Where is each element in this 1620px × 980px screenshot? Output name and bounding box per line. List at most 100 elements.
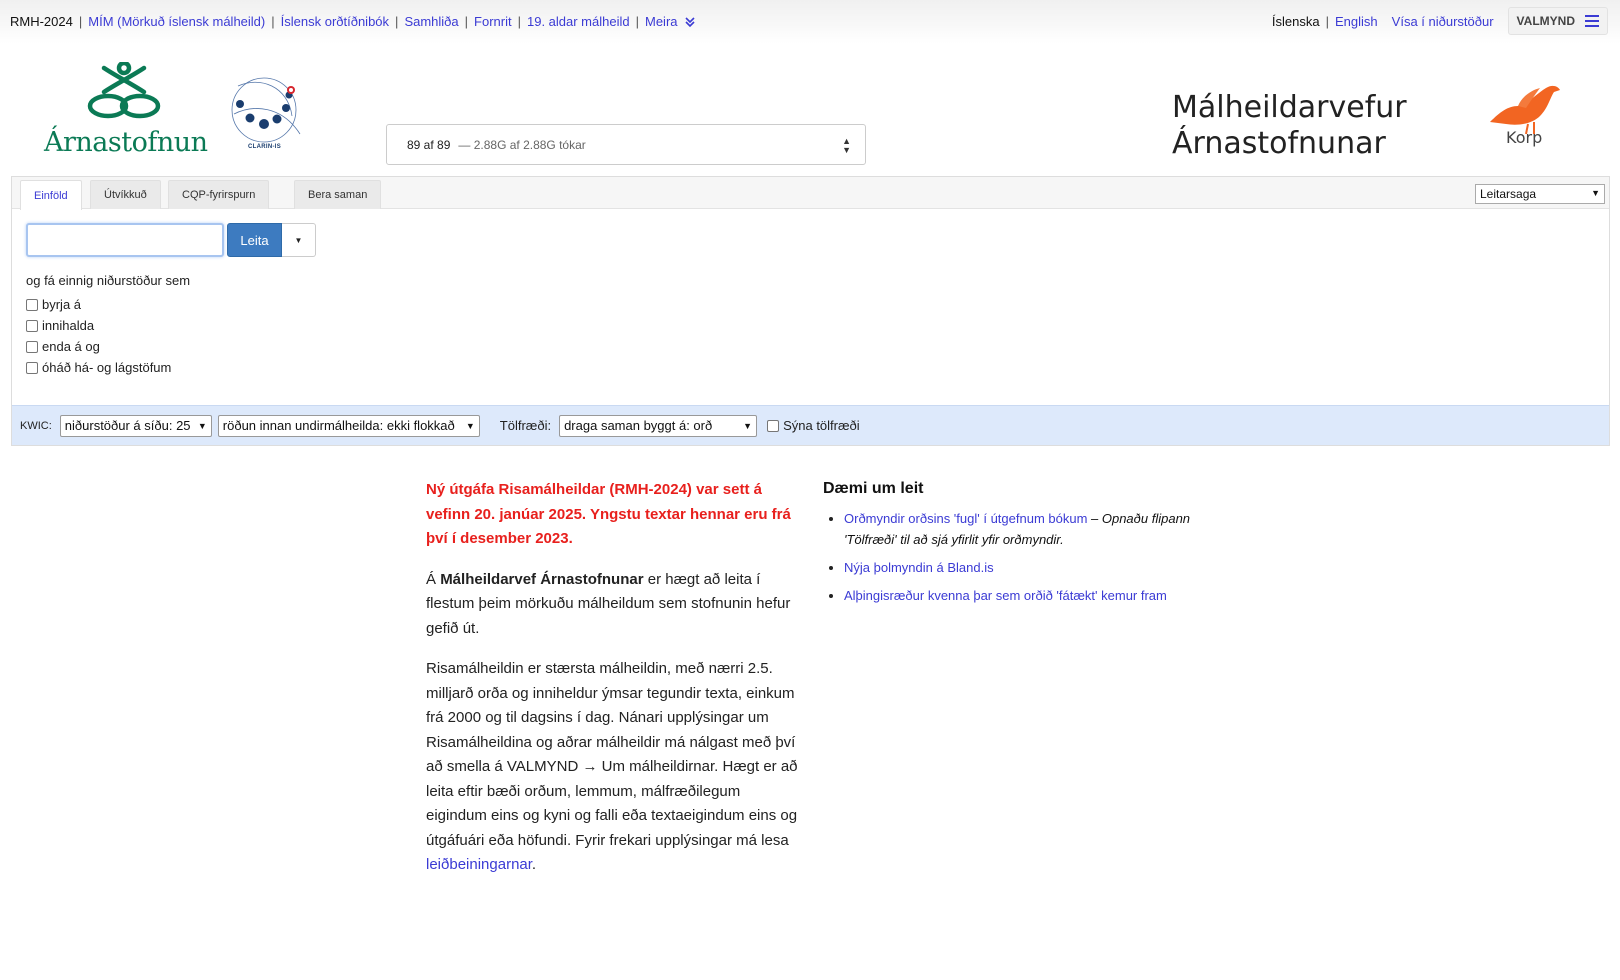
arnastofnun-emblem-icon — [87, 60, 161, 119]
option-prefix[interactable]: byrja á — [26, 294, 190, 315]
nav-mim[interactable]: MÍM (Mörkuð íslensk málheild) — [88, 14, 265, 29]
example-link-1[interactable]: Orðmyndir orðsins 'fugl' í útgefnum bóku… — [844, 511, 1087, 526]
tab-extended[interactable]: Útvíkkuð — [90, 180, 161, 209]
intro-paragraph-1: Á Málheildarvef Árnastofnunar er hægt að… — [426, 568, 802, 642]
nav-separator: | — [517, 14, 521, 29]
intro-paragraph-2: Risamálheildin er stærsta málheildin, me… — [426, 657, 802, 878]
intro-p1-bold: Málheildarvef Árnastofnunar — [440, 570, 644, 588]
chevron-down-icon: ▼ — [1591, 188, 1600, 198]
results-per-page-value: niðurstöður á síðu: 25 — [64, 418, 191, 433]
sort-within-select[interactable]: röðun innan undirmálheilda: ekki flokkað… — [217, 414, 480, 437]
search-examples: Dæmi um leit Orðmyndir orðsins 'fugl' í … — [823, 480, 1203, 613]
option-case-insensitive-label: óháð há- og lágstöfum — [42, 360, 172, 375]
site-title-line2: Árnastofnunar — [1172, 126, 1386, 161]
stats-reduce-value: draga saman byggt á: orð — [564, 418, 713, 433]
nav-19-aldar[interactable]: 19. aldar málheild — [527, 14, 630, 29]
arnastofnun-name: Árnastofnun — [44, 127, 208, 158]
examples-title: Dæmi um leit — [823, 480, 924, 497]
arnastofnun-logo[interactable]: Árnastofnun — [44, 60, 208, 158]
list-item: Nýja þolmyndin á Bland.is — [844, 557, 1203, 578]
tab-compare[interactable]: Bera saman — [294, 180, 382, 209]
raven-icon — [1490, 85, 1560, 135]
tab-simple[interactable]: Einföld — [20, 180, 82, 210]
top-right-controls: Íslenska | English Vísa í niðurstöður VA… — [1272, 7, 1608, 35]
option-suffix-label: enda á og — [42, 339, 100, 354]
double-chevron-down-icon — [684, 16, 695, 27]
kwic-options-bar: KWIC: niðurstöður á síðu: 25 ▼ röðun inn… — [12, 405, 1609, 445]
options-lead: og fá einnig niðurstöður sem — [26, 273, 191, 288]
option-prefix-label: byrja á — [42, 297, 82, 312]
korp-label: Korp — [1506, 128, 1543, 147]
example-link-2[interactable]: Nýja þolmyndin á Bland.is — [844, 560, 994, 575]
menu-button[interactable]: VALMYND — [1507, 7, 1608, 35]
clarin-label: CLARIN-IS — [248, 144, 282, 150]
search-input[interactable] — [26, 223, 224, 257]
caret-down-icon: ▼ — [294, 235, 303, 245]
nav-ordtidnibok[interactable]: Íslensk orðtíðnibók — [281, 14, 389, 29]
option-contains-label: innihalda — [42, 318, 95, 333]
checkbox-suffix[interactable] — [26, 340, 38, 353]
caret-down-icon: ▼ — [743, 420, 753, 431]
nav-more-label: Meira — [645, 14, 678, 29]
clarin-logo[interactable]: CLARIN-IS — [230, 66, 314, 161]
clarin-network-icon — [231, 77, 301, 143]
nav-separator: | — [464, 14, 469, 29]
nav-separator: | — [1325, 13, 1330, 29]
nav-samhlida[interactable]: Samhliða — [404, 14, 458, 29]
search-options: og fá einnig niðurstöður sem byrja á inn… — [26, 273, 190, 378]
nav-separator: | — [78, 14, 83, 29]
intro-p1-pre: Á — [426, 570, 441, 588]
nav-fornrit[interactable]: Fornrit — [474, 14, 512, 29]
option-contains[interactable]: innihalda — [26, 315, 190, 336]
results-per-page-select[interactable]: niðurstöður á síðu: 25 ▼ — [59, 414, 212, 437]
nav-separator: | — [635, 14, 639, 29]
korp-logo[interactable]: Korp — [1488, 84, 1562, 147]
search-tabs: Einföld Útvíkkuð CQP-fyrirspurn Bera sam… — [12, 177, 1609, 210]
show-results-link[interactable]: Vísa í niðurstöður — [1392, 14, 1494, 29]
sort-arrows-icon: ▲ ▼ — [842, 136, 851, 155]
corpus-count: 89 af 89 — [407, 137, 451, 152]
site-title-line1: Málheildarvefur — [1172, 90, 1407, 125]
checkbox-show-stats[interactable] — [767, 419, 780, 432]
menu-label: VALMYND — [1516, 14, 1575, 28]
top-navigation: RMH-2024 | MÍM (Mörkuð íslensk málheild)… — [0, 0, 1620, 44]
nav-separator: | — [271, 14, 275, 29]
checkbox-prefix[interactable] — [26, 298, 38, 311]
corpus-nav: RMH-2024 | MÍM (Mörkuð íslensk málheild)… — [10, 14, 696, 29]
nav-more-button[interactable]: Meira — [645, 14, 696, 29]
nav-rmh-2024[interactable]: RMH-2024 — [10, 14, 73, 29]
option-case-insensitive[interactable]: óháð há- og lágstöfum — [26, 357, 190, 378]
checkbox-case-insensitive[interactable] — [26, 361, 38, 374]
search-panel: Einföld Útvíkkuð CQP-fyrirspurn Bera sam… — [11, 176, 1610, 446]
tab-cqp[interactable]: CQP-fyrirspurn — [168, 180, 270, 209]
chevron-down-icon: ▼ — [197, 420, 207, 431]
chevron-down-icon: ▼ — [465, 420, 475, 431]
lang-english[interactable]: English — [1335, 14, 1378, 29]
site-title: Málheildarvefur Árnastofnunar — [1172, 90, 1407, 162]
intro-p2-text: Risamálheildin er stærsta málheildin, me… — [426, 660, 798, 849]
stats-label: Tölfræði: — [499, 418, 552, 433]
corpus-selector[interactable]: 89 af 89 — 2.88G af 2.88G tókar ▲ ▼ — [386, 124, 866, 165]
sort-within-value: röðun innan undirmálheilda: ekki flokkað — [222, 418, 455, 433]
corpus-tokens: — 2.88G af 2.88G tókar — [458, 137, 586, 152]
search-button[interactable]: Leita — [227, 223, 282, 257]
example-link-3[interactable]: Alþingisræður kvenna þar sem orðið 'fátæ… — [844, 588, 1167, 603]
list-item: Alþingisræður kvenna þar sem orðið 'fátæ… — [844, 585, 1203, 606]
stats-reduce-select[interactable]: draga saman byggt á: orð ▼ — [559, 414, 758, 437]
news-announcement: Ný útgáfa Risamálheildar (RMH-2024) var … — [426, 481, 791, 547]
search-options-dropdown[interactable]: ▼ — [282, 223, 316, 257]
option-suffix[interactable]: enda á og — [26, 336, 190, 357]
hamburger-icon — [1585, 15, 1599, 27]
intro-p2-end: . — [531, 856, 537, 873]
guidelines-link[interactable]: leiðbeiningarnar — [426, 856, 532, 873]
lang-icelandic[interactable]: Íslenska — [1272, 14, 1320, 29]
checkbox-contains[interactable] — [26, 319, 38, 332]
examples-list: Orðmyndir orðsins 'fugl' í útgefnum bóku… — [823, 508, 1203, 606]
nav-separator: | — [395, 14, 399, 29]
kwic-label: KWIC: — [20, 419, 52, 432]
show-stats-label: Sýna tölfræði — [783, 418, 860, 433]
list-item: Orðmyndir orðsins 'fugl' í útgefnum bóku… — [844, 508, 1203, 550]
intro-text: Ný útgáfa Risamálheildar (RMH-2024) var … — [426, 478, 802, 894]
show-stats-toggle[interactable]: Sýna tölfræði — [767, 418, 860, 433]
search-history-select[interactable]: Leitarsaga ▼ — [1475, 184, 1605, 204]
